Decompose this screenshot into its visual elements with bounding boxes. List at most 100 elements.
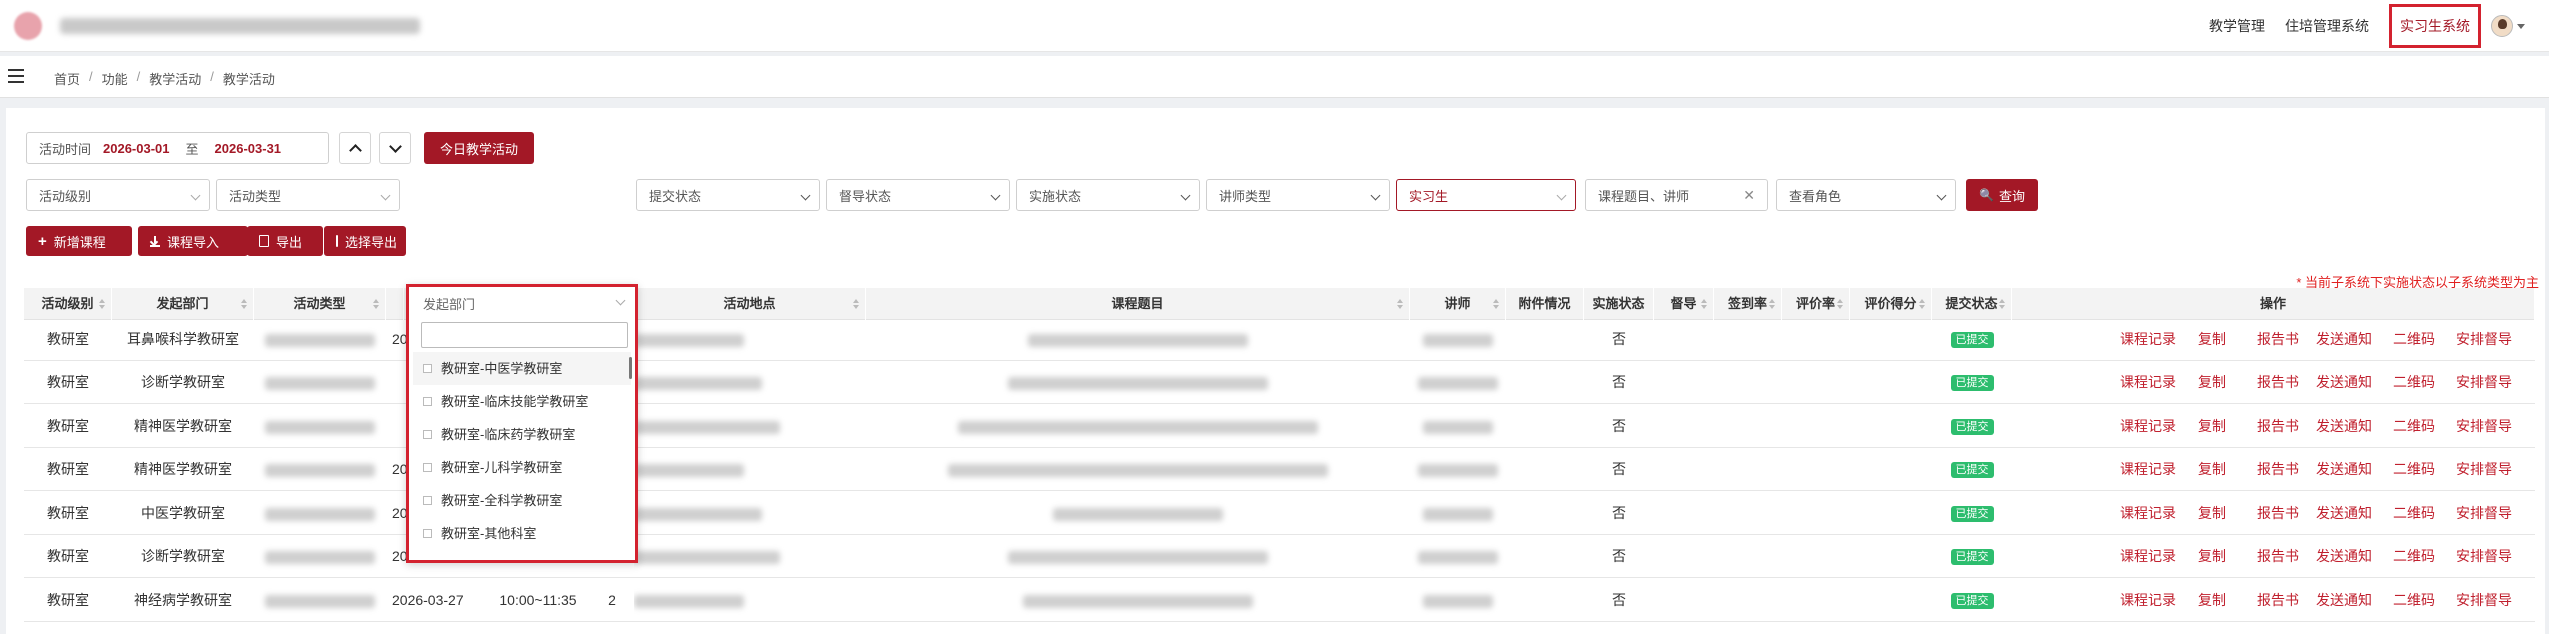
copy-link[interactable]: 复制 <box>2198 535 2226 578</box>
date-from[interactable]: 2026-03-01 <box>103 141 170 156</box>
course-record-link[interactable]: 课程记录 <box>2120 318 2176 361</box>
department-option[interactable]: 教研室-临床技能学教研室 <box>413 385 631 418</box>
checkbox-icon[interactable] <box>423 529 432 538</box>
arrange-supervise-link[interactable]: 安排督导 <box>2456 318 2512 361</box>
today-activities-button[interactable]: 今日教学活动 <box>424 132 534 164</box>
qrcode-link[interactable]: 二维码 <box>2393 535 2435 578</box>
report-link[interactable]: 报告书 <box>2257 579 2299 622</box>
report-link[interactable]: 报告书 <box>2257 318 2299 361</box>
department-option[interactable]: 教研室-儿科学教研室 <box>413 451 631 484</box>
checkbox-icon[interactable] <box>423 496 432 505</box>
copy-link[interactable]: 复制 <box>2198 448 2226 491</box>
nav-intern-system[interactable]: 实习生系统 <box>2389 4 2481 48</box>
col-lecturer[interactable]: 讲师 <box>1410 288 1506 320</box>
department-select-head[interactable]: 发起部门 <box>413 290 632 316</box>
date-to[interactable]: 2026-03-31 <box>215 141 282 156</box>
col-date[interactable] <box>386 288 404 320</box>
activity-level-select[interactable]: 活动级别 <box>26 179 210 211</box>
col-activity-level[interactable]: 活动级别 <box>24 288 112 320</box>
date-range-picker[interactable]: 活动时间 2026-03-01 至 2026-03-31 <box>26 132 329 164</box>
checkbox-icon[interactable] <box>423 397 432 406</box>
send-notice-link[interactable]: 发送通知 <box>2316 318 2372 361</box>
col-location[interactable]: 活动地点 <box>634 288 866 320</box>
qrcode-link[interactable]: 二维码 <box>2393 405 2435 448</box>
qrcode-link[interactable]: 二维码 <box>2393 579 2435 622</box>
department-option[interactable]: 教研室-其他科室 <box>413 517 631 550</box>
intern-select[interactable]: 实习生 <box>1396 179 1576 211</box>
checkbox-icon[interactable] <box>423 430 432 439</box>
col-course-title[interactable]: 课程题目 <box>866 288 1410 320</box>
report-link[interactable]: 报告书 <box>2257 361 2299 404</box>
course-record-link[interactable]: 课程记录 <box>2120 405 2176 448</box>
query-button[interactable]: 🔍 查询 <box>1966 179 2038 211</box>
report-link[interactable]: 报告书 <box>2257 405 2299 448</box>
col-activity-type[interactable]: 活动类型 <box>254 288 386 320</box>
nav-residency-system[interactable]: 住培管理系统 <box>2285 16 2369 36</box>
arrange-supervise-link[interactable]: 安排督导 <box>2456 535 2512 578</box>
copy-link[interactable]: 复制 <box>2198 318 2226 361</box>
copy-link[interactable]: 复制 <box>2198 579 2226 622</box>
qrcode-link[interactable]: 二维码 <box>2393 361 2435 404</box>
menu-icon[interactable] <box>8 69 24 83</box>
arrange-supervise-link[interactable]: 安排督导 <box>2456 579 2512 622</box>
breadcrumb-teaching-activity[interactable]: 教学活动 <box>149 69 201 88</box>
supervise-status-select[interactable]: 督导状态 <box>826 179 1010 211</box>
clear-icon[interactable]: ✕ <box>1743 187 1755 204</box>
department-option[interactable]: 教研室-中医学教研室 <box>413 352 631 385</box>
course-record-link[interactable]: 课程记录 <box>2120 535 2176 578</box>
report-link[interactable]: 报告书 <box>2257 492 2299 535</box>
department-option[interactable]: 教研室-全科学教研室 <box>413 484 631 517</box>
department-dropdown[interactable]: 发起部门 教研室-中医学教研室 教研室-临床技能学教研室 教研室-临床药学教研室 教研… <box>406 284 638 563</box>
implement-status-select[interactable]: 实施状态 <box>1016 179 1200 211</box>
checkbox-icon[interactable] <box>423 364 432 373</box>
report-link[interactable]: 报告书 <box>2257 448 2299 491</box>
next-month-button[interactable] <box>379 132 411 164</box>
col-eval-score[interactable]: 评价得分 <box>1850 288 1932 320</box>
breadcrumb-function[interactable]: 功能 <box>102 69 128 88</box>
report-link[interactable]: 报告书 <box>2257 535 2299 578</box>
course-record-link[interactable]: 课程记录 <box>2120 361 2176 404</box>
col-supervise[interactable]: 督导 <box>1654 288 1714 320</box>
copy-link[interactable]: 复制 <box>2198 492 2226 535</box>
avatar[interactable] <box>2491 15 2513 37</box>
col-eval-rate[interactable]: 评价率 <box>1782 288 1850 320</box>
send-notice-link[interactable]: 发送通知 <box>2316 579 2372 622</box>
submit-status-select[interactable]: 提交状态 <box>636 179 820 211</box>
view-role-select[interactable]: 查看角色 <box>1776 179 1956 211</box>
dropdown-scrollbar[interactable] <box>629 357 632 379</box>
nav-teaching-management[interactable]: 教学管理 <box>2209 16 2265 36</box>
send-notice-link[interactable]: 发送通知 <box>2316 405 2372 448</box>
prev-month-button[interactable] <box>339 132 371 164</box>
course-record-link[interactable]: 课程记录 <box>2120 492 2176 535</box>
export-selected-button[interactable]: 选择导出 <box>324 226 406 256</box>
send-notice-link[interactable]: 发送通知 <box>2316 535 2372 578</box>
course-record-link[interactable]: 课程记录 <box>2120 579 2176 622</box>
col-department[interactable]: 发起部门 <box>112 288 254 320</box>
keyword-input[interactable]: 课程题目、讲师 ✕ <box>1585 179 1768 211</box>
user-menu[interactable] <box>2491 15 2525 37</box>
copy-link[interactable]: 复制 <box>2198 361 2226 404</box>
col-submit-status[interactable]: 提交状态 <box>1932 288 2012 320</box>
lecturer-type-select[interactable]: 讲师类型 <box>1206 179 1390 211</box>
course-record-link[interactable]: 课程记录 <box>2120 448 2176 491</box>
arrange-supervise-link[interactable]: 安排督导 <box>2456 448 2512 491</box>
qrcode-link[interactable]: 二维码 <box>2393 448 2435 491</box>
send-notice-link[interactable]: 发送通知 <box>2316 492 2372 535</box>
arrange-supervise-link[interactable]: 安排督导 <box>2456 405 2512 448</box>
arrange-supervise-link[interactable]: 安排督导 <box>2456 492 2512 535</box>
copy-link[interactable]: 复制 <box>2198 405 2226 448</box>
import-course-button[interactable]: 课程导入 <box>138 226 248 256</box>
add-course-button[interactable]: + 新增课程 <box>26 226 132 256</box>
department-option[interactable]: 教研室-临床药学教研室 <box>413 418 631 451</box>
send-notice-link[interactable]: 发送通知 <box>2316 361 2372 404</box>
export-button[interactable]: 导出 <box>247 226 323 256</box>
breadcrumb-home[interactable]: 首页 <box>54 69 80 88</box>
col-signin-rate[interactable]: 签到率 <box>1714 288 1782 320</box>
arrange-supervise-link[interactable]: 安排督导 <box>2456 361 2512 404</box>
qrcode-link[interactable]: 二维码 <box>2393 318 2435 361</box>
department-search-input[interactable] <box>421 322 628 348</box>
activity-type-select[interactable]: 活动类型 <box>216 179 400 211</box>
checkbox-icon[interactable] <box>423 463 432 472</box>
qrcode-link[interactable]: 二维码 <box>2393 492 2435 535</box>
send-notice-link[interactable]: 发送通知 <box>2316 448 2372 491</box>
